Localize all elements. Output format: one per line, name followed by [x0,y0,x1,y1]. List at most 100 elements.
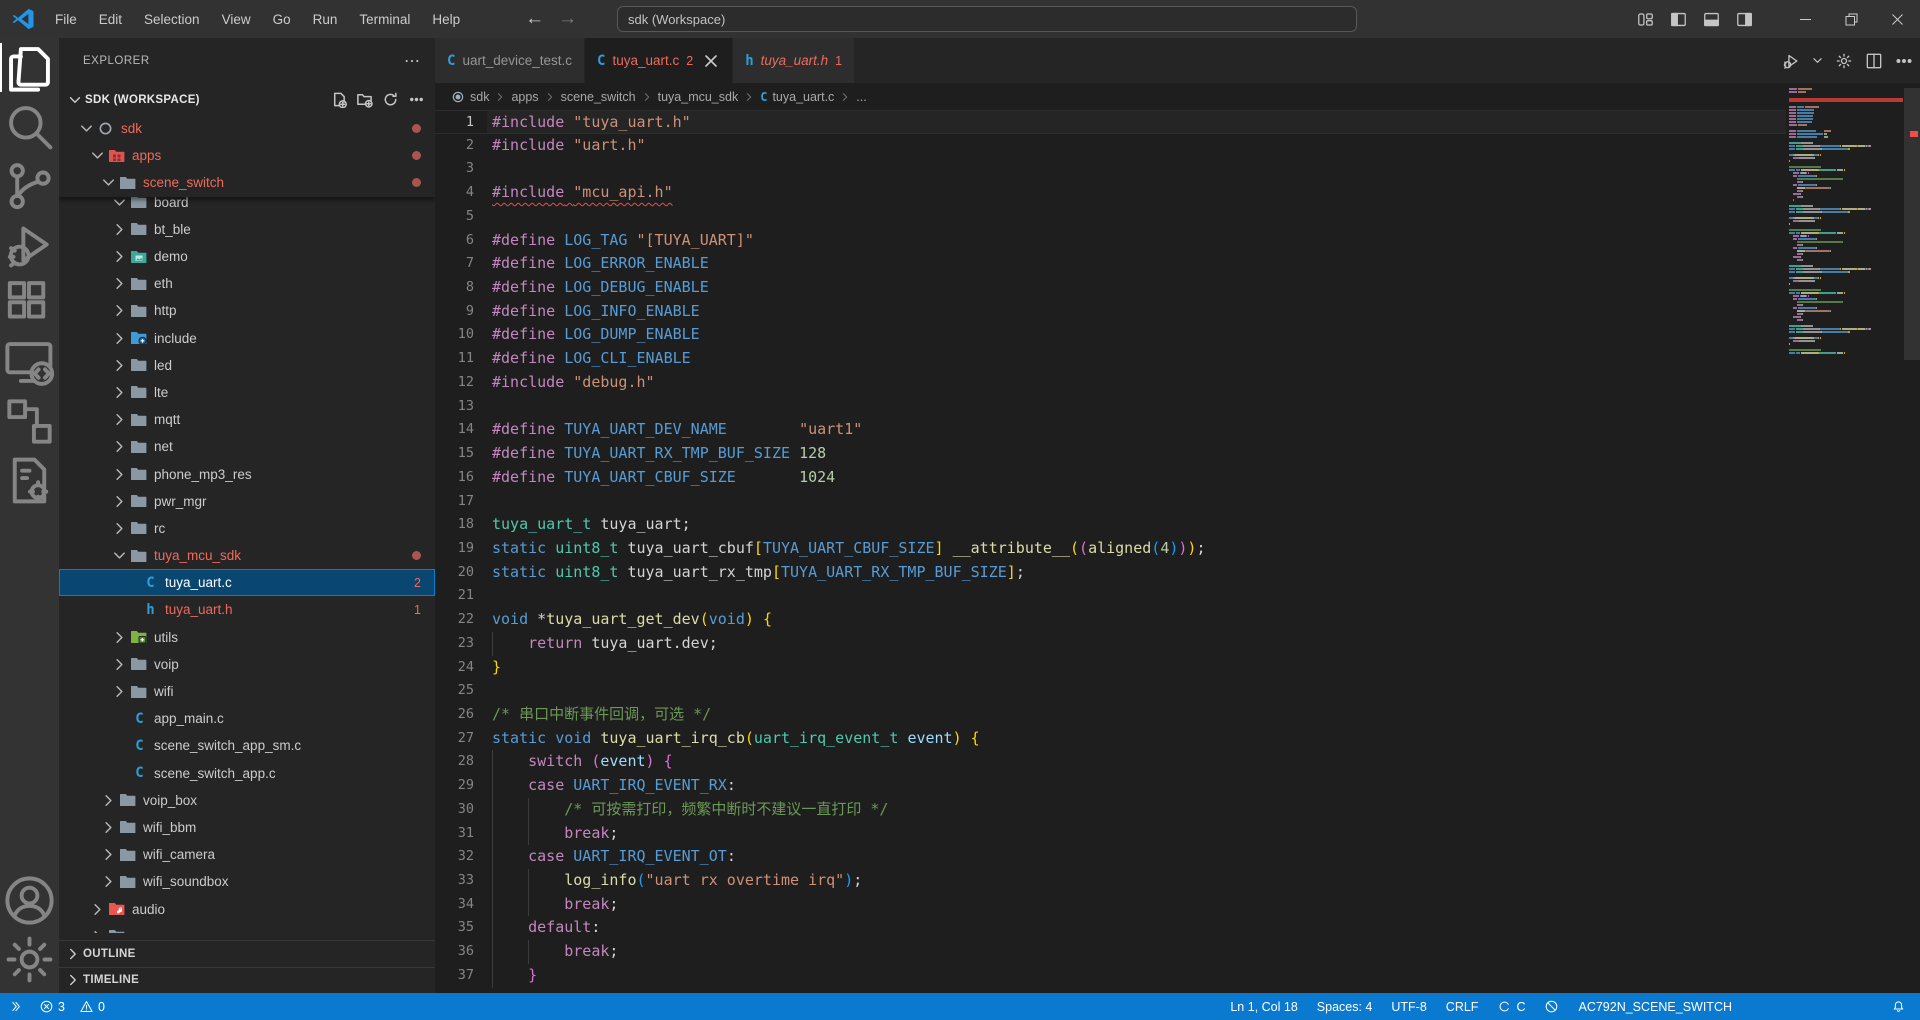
code-line-28[interactable]: 28 switch (event) { [435,750,1786,774]
split-editor-button[interactable] [1864,51,1884,71]
minimize-button[interactable] [1782,0,1828,38]
nav-back-icon[interactable]: ← [525,8,544,30]
line-number[interactable]: 14 [435,418,474,442]
code-line-18[interactable]: 18tuya_uart_t tuya_uart; [435,513,1786,537]
tree-item-pwr_mgr[interactable]: pwr_mgr [59,488,435,515]
status-c[interactable]: C [1497,999,1525,1014]
command-center-search[interactable]: sdk (Workspace) [617,6,1357,32]
activitybar-run-debug[interactable] [0,215,59,274]
tree-item-rc[interactable]: rc [59,515,435,542]
new-folder-button[interactable] [356,91,373,108]
line-number[interactable]: 11 [435,347,474,371]
tree-item-tuya_uart.c[interactable]: Ctuya_uart.c2 [59,569,435,596]
line-number[interactable]: 2 [435,134,474,158]
tree-item-wifi_camera[interactable]: wifi_camera [59,841,435,868]
chevron-down-button[interactable] [1811,54,1824,67]
line-number[interactable]: 37 [435,964,474,988]
menu-selection[interactable]: Selection [133,12,211,27]
code-line-8[interactable]: 8#define LOG_DEBUG_ENABLE [435,276,1786,300]
explorer-more-icon[interactable]: ⋯ [404,51,421,71]
status-warning[interactable]: 0 [79,999,105,1014]
line-number[interactable]: 27 [435,727,474,751]
status-spaces-4[interactable]: Spaces: 4 [1317,1000,1373,1014]
line-number[interactable]: 4 [435,181,474,205]
nav-forward-icon[interactable]: → [558,8,577,30]
tree-item-wifi_bbm[interactable]: wifi_bbm [59,814,435,841]
status-blocked[interactable] [1544,999,1559,1014]
activitybar-cpp-properties[interactable] [0,451,59,510]
tree-item-demo[interactable]: demo [59,243,435,270]
menu-terminal[interactable]: Terminal [348,12,421,27]
tree-item-include[interactable]: include [59,325,435,352]
activitybar-explorer[interactable] [0,38,59,97]
tree-item-sdk[interactable]: sdk [59,115,435,142]
code-line-34[interactable]: 34 break; [435,893,1786,917]
status-error[interactable]: 3 [39,999,65,1014]
tree-item-apps[interactable]: apps [59,142,435,169]
tree-item-eth[interactable]: eth [59,270,435,297]
breadcrumb-item-sdk[interactable]: sdk [451,90,489,104]
tree-item-phone_mp3_res[interactable]: phone_mp3_res [59,460,435,487]
tree-item-clipped[interactable] [59,923,435,933]
code-line-23[interactable]: 23 return tuya_uart.dev; [435,632,1786,656]
line-number[interactable]: 20 [435,561,474,585]
line-number[interactable]: 1 [435,111,474,135]
toggle-secondary-sidebar-icon[interactable] [1735,10,1754,29]
run-debug-button[interactable] [1781,51,1801,71]
line-number[interactable]: 16 [435,466,474,490]
activitybar-search[interactable] [0,97,59,156]
line-number[interactable]: 26 [435,703,474,727]
more-button[interactable] [1894,51,1914,71]
tree-item-tuya_uart.h[interactable]: htuya_uart.h1 [59,596,435,623]
refresh-button[interactable] [382,91,399,108]
activitybar-extensions[interactable] [0,274,59,333]
line-number[interactable]: 5 [435,205,474,229]
code-line-3[interactable]: 3 [435,157,1786,181]
activitybar-hierarchy[interactable] [0,392,59,451]
line-number[interactable]: 28 [435,750,474,774]
code-line-30[interactable]: 30 /* 可按需打印，频繁中断时不建议一直打印 */ [435,798,1786,822]
scrollbar[interactable] [1904,88,1920,360]
code-line-1[interactable]: 1#include "tuya_uart.h" [435,110,1786,134]
code-line-25[interactable]: 25 [435,679,1786,703]
line-number[interactable]: 15 [435,442,474,466]
code-line-4[interactable]: 4#include "mcu_api.h" [435,181,1786,205]
tab-tuya_uart.c[interactable]: Ctuya_uart.c2 [585,38,732,83]
menu-edit[interactable]: Edit [88,12,133,27]
breadcrumb-item-scene_switch[interactable]: scene_switch [539,90,636,104]
tree-item-app_main.c[interactable]: Capp_main.c [59,705,435,732]
code-line-14[interactable]: 14#define TUYA_UART_DEV_NAME "uart1" [435,418,1786,442]
line-number[interactable]: 18 [435,513,474,537]
toggle-panel-icon[interactable] [1702,10,1721,29]
tree-item-scene_switch_app.c[interactable]: Cscene_switch_app.c [59,760,435,787]
code-line-15[interactable]: 15#define TUYA_UART_RX_TMP_BUF_SIZE 128 [435,442,1786,466]
breadcrumb-item-tuya_uart.c[interactable]: Ctuya_uart.c [738,90,834,104]
menu-go[interactable]: Go [262,12,302,27]
status-utf-8[interactable]: UTF-8 [1391,1000,1426,1014]
tree-item-http[interactable]: http [59,297,435,324]
more-button[interactable] [408,91,425,108]
panel-outline[interactable]: OUTLINE [59,940,435,967]
menu-run[interactable]: Run [302,12,349,27]
code-line-13[interactable]: 13 [435,395,1786,419]
code-line-19[interactable]: 19static uint8_t tuya_uart_cbuf[TUYA_UAR… [435,537,1786,561]
close-window-button[interactable] [1874,0,1920,38]
line-number[interactable]: 34 [435,893,474,917]
minimap[interactable] [1789,88,1903,355]
line-number[interactable]: 8 [435,276,474,300]
close-tab-icon[interactable] [702,52,720,70]
toggle-sidebar-icon[interactable] [1669,10,1688,29]
code-line-37[interactable]: 37 } [435,964,1786,988]
tree-item-scene_switch[interactable]: scene_switch [59,169,435,196]
line-number[interactable]: 17 [435,490,474,514]
code-line-29[interactable]: 29 case UART_IRQ_EVENT_RX: [435,774,1786,798]
code-line-20[interactable]: 20static uint8_t tuya_uart_rx_tmp[TUYA_U… [435,561,1786,585]
line-number[interactable]: 9 [435,300,474,324]
activitybar-settings[interactable] [0,930,59,989]
tree-item-utils[interactable]: utils [59,624,435,651]
code-line-9[interactable]: 9#define LOG_INFO_ENABLE [435,300,1786,324]
tree-item-voip_box[interactable]: voip_box [59,787,435,814]
tree-item-mqtt[interactable]: mqtt [59,406,435,433]
line-number[interactable]: 32 [435,845,474,869]
code-line-24[interactable]: 24} [435,656,1786,680]
